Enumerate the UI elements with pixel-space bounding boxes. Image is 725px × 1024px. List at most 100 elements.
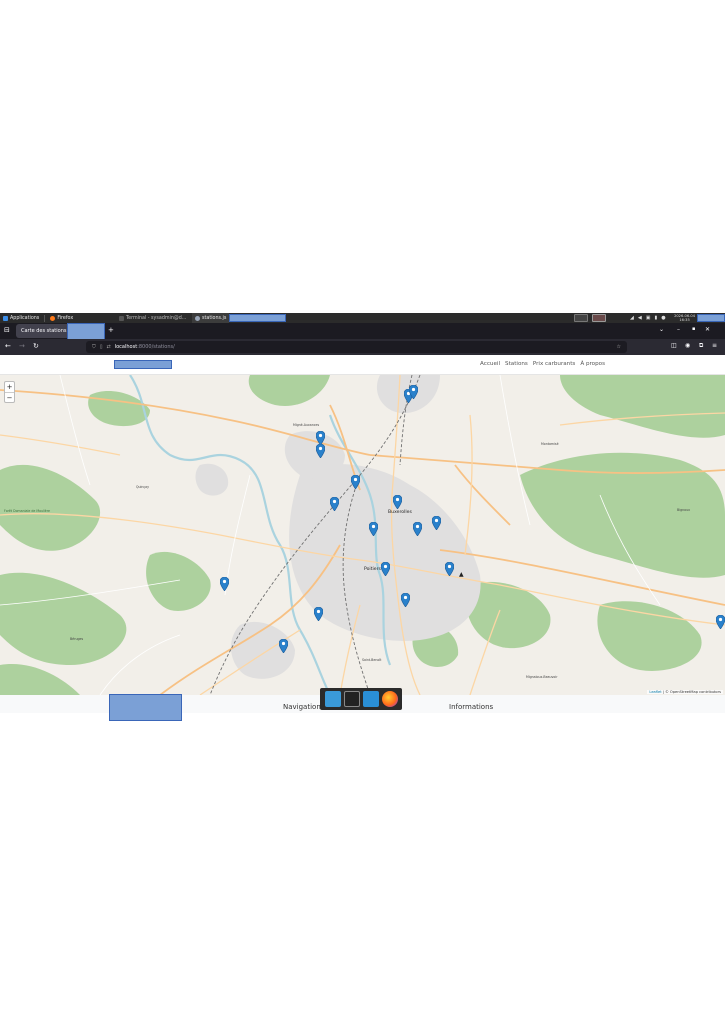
nav-link-accueil[interactable]: Accueil [480,361,500,367]
station-marker-icon[interactable] [219,577,229,591]
leaflet-link[interactable]: Leaflet [649,690,661,694]
footer-navigation-heading: Navigation [283,703,321,711]
station-marker-icon[interactable] [278,639,288,653]
site-header: Accueil Stations Prix carburants À propo… [0,355,725,375]
dock-desktop-icon[interactable] [324,691,341,707]
map-label: Bignoux [677,508,690,512]
applications-icon [3,315,8,321]
location-bell-icon[interactable]: ▲ [459,571,464,578]
extensions-icon[interactable]: ⧉ [699,342,703,350]
osm-attribution: | © OpenStreetMap contributors [662,690,721,694]
map-label: Buxerolles [388,510,412,515]
bookmark-star-icon[interactable]: ☆ [617,344,621,350]
desktop-panel: Applications Firefox Terminal - sysadmin… [0,313,725,323]
clock-time: 16:35 [679,318,690,322]
notification-bell-icon[interactable]: ● [661,315,665,321]
map-label: Saint-Benoît [362,658,382,662]
maximize-icon[interactable]: ▪ [692,326,695,332]
map-label: Mignaloux-Beauvoir [526,675,558,679]
nav-link-a-propos[interactable]: À propos [580,361,605,367]
taskbar-terminal-label: Terminal - sysadmin@d... [126,315,187,321]
station-marker-icon[interactable] [368,522,378,536]
dock [320,688,402,710]
firefox-launcher-label: Firefox [57,315,74,321]
station-marker-icon[interactable] [412,522,422,536]
map-label: Quinçay [136,485,150,489]
tab-list-icon[interactable]: ⊟ [4,326,10,334]
taskbar-terminal[interactable]: Terminal - sysadmin@d... [116,313,189,323]
status-icons: ◢ ◀ ▣ ▮ ● [630,313,666,323]
close-icon[interactable]: ✕ [705,326,710,333]
map-label: Montamisé [541,442,559,446]
nav-link-prix-carburants[interactable]: Prix carburants [533,361,576,367]
firefox-icon [50,315,56,321]
menu-icon[interactable]: ≡ [712,342,717,349]
redacted-box [697,314,725,322]
terminal-icon [119,315,124,321]
map-label: Poitiers [364,567,381,572]
back-icon[interactable]: ← [5,342,11,350]
forward-icon[interactable]: → [19,342,25,350]
url-host: localhost [114,344,138,350]
map-attribution: Leaflet | © OpenStreetMap contributors [647,690,723,694]
footer-informations-heading: Informations [449,703,494,711]
navigation-toolbar: ← → ↻ ⛉ ▯ ⇄ localhost :8000/stations/ ☆ … [0,339,725,355]
new-tab-button[interactable]: + [108,326,114,334]
redacted-box [109,694,182,721]
station-marker-icon[interactable] [380,562,390,576]
battery-icon[interactable]: ▮ [654,315,657,321]
stations-map[interactable]: + − Migné-Auxances Buxerolles Poitiers Q… [0,375,725,695]
zoom-in-button[interactable]: + [5,382,14,392]
station-marker-icon[interactable] [431,516,441,530]
station-marker-icon[interactable] [392,495,402,509]
redacted-box [67,323,105,340]
tray-app-icon[interactable] [592,314,606,322]
station-marker-icon[interactable] [329,497,339,511]
network-icon[interactable]: ◢ [630,315,634,321]
station-marker-icon[interactable] [315,444,325,458]
taskbar-stations[interactable]: stations.js [192,313,230,323]
station-marker-icon[interactable] [313,607,323,621]
url-path: :8000/stations/ [137,344,175,350]
station-marker-icon[interactable] [350,475,360,489]
clipboard-icon[interactable]: ▣ [646,315,651,321]
map-label: Migné-Auxances [293,423,320,427]
station-marker-icon[interactable] [444,562,454,576]
station-marker-icon[interactable] [715,615,725,629]
station-marker-icon[interactable] [408,385,418,399]
applications-menu[interactable]: Applications [0,313,42,323]
minimize-icon[interactable]: – [677,326,680,333]
clock[interactable]: 2026-06-04 16:35 [674,314,695,322]
redacted-box [229,314,286,322]
account-icon[interactable]: ◉ [685,342,690,349]
taskbar-stations-label: stations.js [202,315,227,321]
dock-firefox-icon[interactable] [381,691,398,707]
tray-app-icon[interactable] [574,314,588,322]
tab-title: Carte des stations [21,328,67,334]
connection-icon[interactable]: ⇄ [107,344,111,350]
firefox-launcher[interactable]: Firefox [47,313,76,323]
editor-icon [195,315,200,321]
shield-icon[interactable]: ⛉ [92,344,96,350]
url-bar[interactable]: ⛉ ▯ ⇄ localhost :8000/stations/ ☆ [86,341,627,353]
tab-bar: ⊟ Carte des stations + ⌄ – ▪ ✕ [0,323,725,340]
site-brand-redacted[interactable] [114,360,172,369]
zoom-out-button[interactable]: − [5,392,14,402]
site-navigation: Accueil Stations Prix carburants À propo… [480,361,605,367]
chevron-down-icon[interactable]: ⌄ [659,326,664,333]
applications-label: Applications [10,315,40,321]
zoom-control: + − [4,381,15,403]
dock-terminal-icon[interactable] [343,691,360,707]
dock-files-icon[interactable] [362,691,379,707]
nav-link-stations[interactable]: Stations [505,361,528,367]
screen: Applications Firefox Terminal - sysadmin… [0,0,725,1024]
page-icon[interactable]: ▯ [100,344,103,350]
map-tiles [0,375,725,695]
reload-icon[interactable]: ↻ [33,342,39,350]
map-label: Forêt Domaniale de Moulière [4,509,50,513]
pocket-icon[interactable]: ◫ [671,342,677,349]
station-marker-icon[interactable] [315,431,325,445]
station-marker-icon[interactable] [400,593,410,607]
volume-icon[interactable]: ◀ [638,315,642,321]
system-tray [574,313,606,323]
